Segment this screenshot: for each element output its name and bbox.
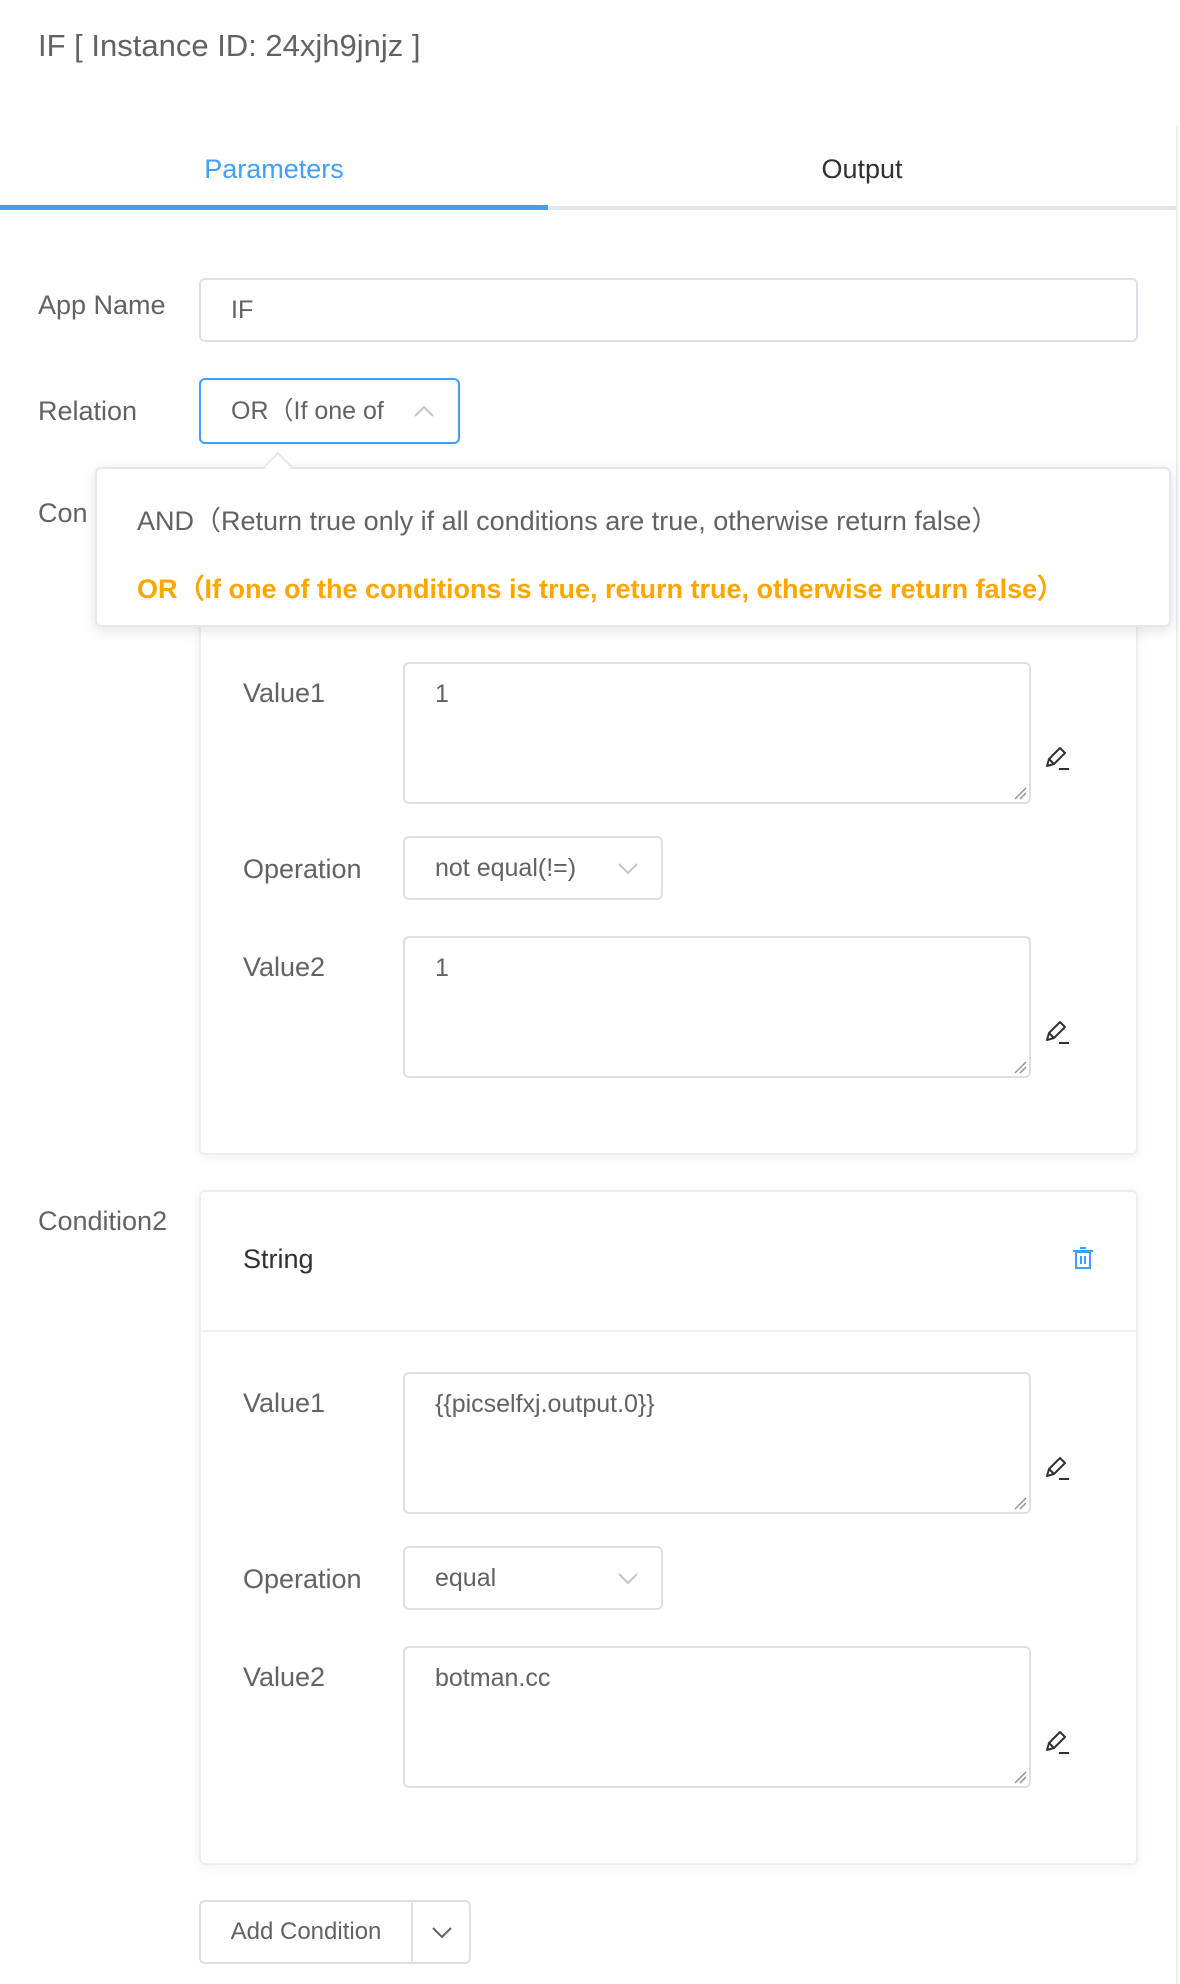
- pencil-edit-icon[interactable]: [1043, 744, 1071, 772]
- pencil-edit-icon[interactable]: [1043, 1018, 1071, 1046]
- relation-dropdown-menu: AND（Return true only if all conditions a…: [95, 467, 1171, 627]
- chevron-up-icon: [414, 405, 434, 417]
- resize-grip-icon[interactable]: [1013, 786, 1027, 800]
- resize-grip-icon[interactable]: [1013, 1496, 1027, 1510]
- app-name-value: IF: [231, 296, 254, 324]
- trash-icon[interactable]: [1072, 1246, 1094, 1270]
- tab-active-indicator: [0, 205, 548, 210]
- panel-divider: [1176, 126, 1178, 1984]
- pencil-edit-icon[interactable]: [1043, 1454, 1071, 1482]
- condition1-value1-text: 1: [435, 680, 449, 708]
- relation-option-and[interactable]: AND（Return true only if all conditions a…: [137, 499, 998, 538]
- tab-bar: Parameters Output: [0, 130, 1176, 210]
- condition1-operation-value: not equal(!=): [435, 854, 577, 882]
- condition2-card: String Value1 {{picselfxj.output.0}} Ope…: [199, 1190, 1138, 1865]
- condition2-value2-textarea[interactable]: botman.cc: [403, 1646, 1031, 1788]
- pencil-edit-icon[interactable]: [1043, 1728, 1071, 1756]
- condition2-operation-label: Operation: [243, 1564, 362, 1594]
- condition2-operation-value: equal: [435, 1564, 497, 1592]
- condition2-value2-label: Value2: [243, 1662, 326, 1692]
- relation-label: Relation: [38, 396, 138, 426]
- condition2-operation-select[interactable]: equal: [403, 1546, 663, 1610]
- condition2-card-header: String: [201, 1192, 1136, 1332]
- condition1-value1-textarea[interactable]: 1: [403, 662, 1031, 804]
- condition2-value1-label: Value1: [243, 1388, 326, 1418]
- condition2-label: Condition2: [38, 1206, 168, 1236]
- add-condition-split-button: Add Condition: [199, 1900, 471, 1964]
- chevron-down-icon: [432, 1927, 452, 1939]
- relation-select-value: OR（If one of: [231, 397, 384, 425]
- chevron-down-icon: [618, 1573, 638, 1585]
- condition1-value1-label: Value1: [243, 678, 326, 708]
- page-title: IF [ Instance ID: 24xjh9jnjz ]: [38, 28, 421, 63]
- add-condition-button[interactable]: Add Condition: [201, 1902, 411, 1962]
- condition1-value2-label: Value2: [243, 952, 326, 982]
- condition1-label: Con: [38, 498, 88, 528]
- condition2-type: String: [243, 1244, 314, 1274]
- condition2-value1-text: {{picselfxj.output.0}}: [435, 1390, 655, 1418]
- relation-option-or[interactable]: OR（If one of the conditions is true, ret…: [137, 567, 1064, 606]
- condition1-value2-textarea[interactable]: 1: [403, 936, 1031, 1078]
- app-name-label: App Name: [38, 290, 166, 320]
- app-name-input[interactable]: IF: [199, 278, 1138, 342]
- condition1-operation-label: Operation: [243, 854, 362, 884]
- relation-select[interactable]: OR（If one of: [199, 378, 460, 444]
- condition1-value2-text: 1: [435, 954, 449, 982]
- condition1-card: Value1 1 Operation not equal(!=) Value2 …: [199, 560, 1138, 1155]
- resize-grip-icon[interactable]: [1013, 1060, 1027, 1074]
- add-condition-dropdown-toggle[interactable]: [413, 1902, 471, 1962]
- tab-parameters[interactable]: Parameters: [0, 130, 548, 208]
- resize-grip-icon[interactable]: [1013, 1770, 1027, 1784]
- condition2-value2-text: botman.cc: [435, 1664, 551, 1692]
- chevron-down-icon: [618, 863, 638, 875]
- tab-output[interactable]: Output: [548, 130, 1176, 208]
- condition1-operation-select[interactable]: not equal(!=): [403, 836, 663, 900]
- condition2-value1-textarea[interactable]: {{picselfxj.output.0}}: [403, 1372, 1031, 1514]
